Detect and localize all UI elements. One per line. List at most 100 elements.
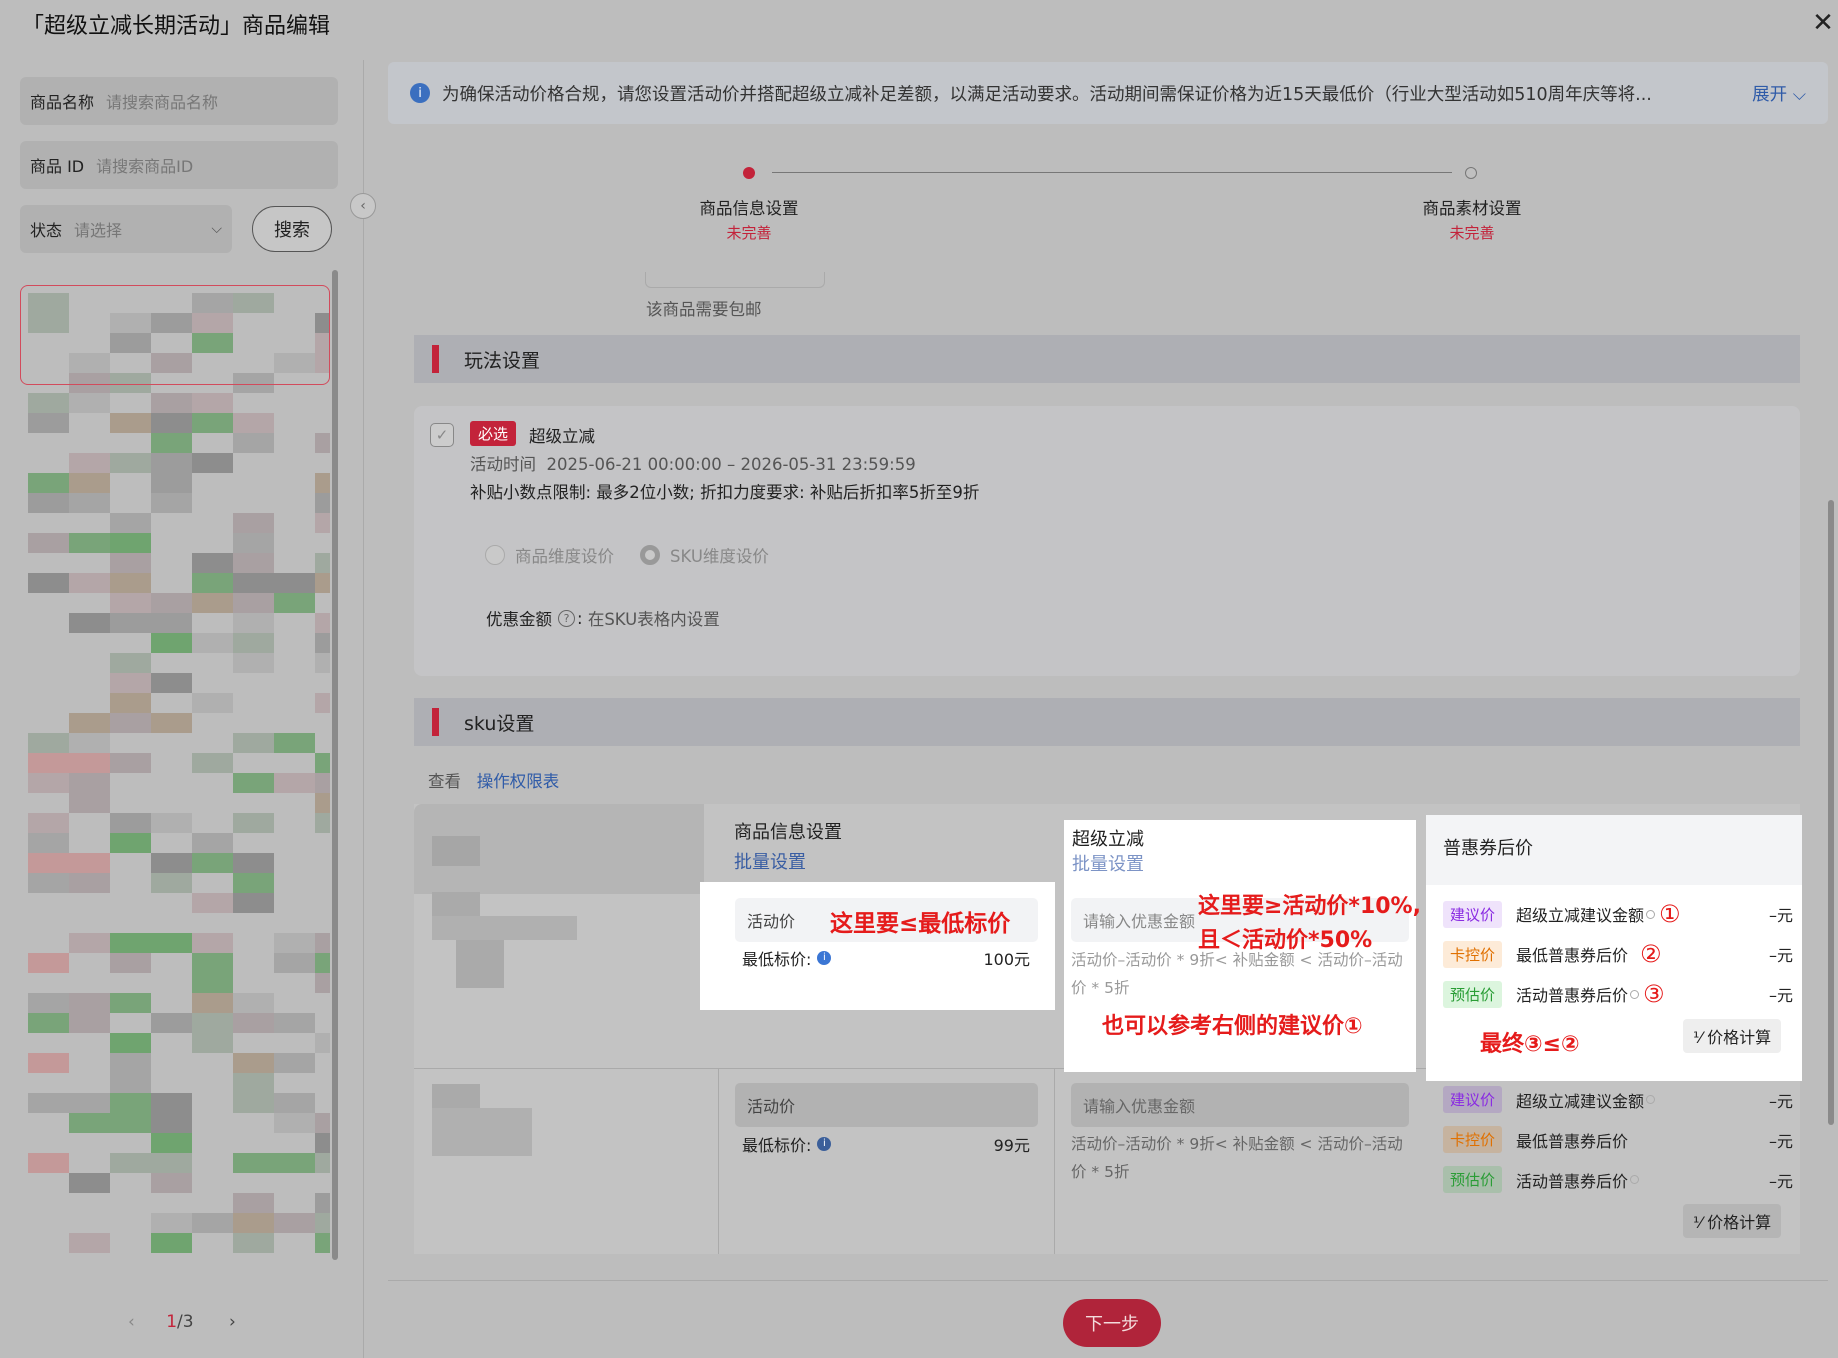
pixel-thumb-block — [151, 813, 192, 833]
pixel-thumb-block — [151, 593, 192, 613]
pixel-thumb-block — [69, 753, 110, 773]
pixel-thumb-block — [69, 933, 110, 953]
discount-rule: 活动价–活动价 * 9折< 补贴金额 < 活动价–活动价 * 5折 — [1071, 1135, 1403, 1181]
permission-table-link[interactable]: 操作权限表 — [477, 772, 560, 791]
price-calc-button[interactable]: ⅟ 价格计算 — [1683, 1204, 1782, 1238]
next-step-button[interactable]: 下一步 — [1063, 1299, 1161, 1347]
sku-thumb-1a — [432, 892, 480, 916]
play-name: 超级立减 — [529, 427, 595, 446]
step-1-dot — [743, 167, 755, 179]
main-scrollbar[interactable] — [1828, 500, 1834, 1125]
close-icon[interactable]: ✕ — [1808, 8, 1838, 38]
coupon-row-control: 卡控价 最低普惠券后价 ② –元 — [1443, 940, 1793, 968]
step-1-status: 未完善 — [726, 224, 772, 242]
play-checkbox[interactable]: ✓ — [430, 423, 454, 447]
prev-page-icon[interactable]: ‹ — [128, 1312, 135, 1332]
pixel-thumb-block — [233, 513, 274, 533]
pixel-thumb-block — [274, 1113, 315, 1133]
col-info-header: 商品信息设置 — [734, 822, 842, 843]
pixel-thumb-block — [110, 713, 151, 733]
discount-rule: 活动价–活动价 * 9折< 补贴金额 < 活动价–活动价 * 5折 — [1071, 951, 1403, 997]
pixel-thumb-block — [110, 813, 151, 833]
product-id-filter[interactable]: 商品 ID 请搜索商品ID — [20, 141, 338, 189]
pricing-dimension-radio[interactable]: 商品维度设价 SKU维度设价 — [485, 543, 769, 567]
step-2-label[interactable]: 商品素材设置 — [1392, 195, 1552, 219]
product-id-input[interactable]: 请搜索商品ID — [96, 153, 193, 177]
pixel-thumb-block — [151, 433, 192, 453]
product-list[interactable] — [20, 285, 330, 1275]
product-name-label: 商品名称 — [30, 93, 95, 112]
pixel-thumb-block — [315, 473, 330, 493]
activity-price-input[interactable]: 活动价 — [735, 1083, 1038, 1127]
pixel-thumb-block — [274, 1053, 315, 1073]
pixel-thumb-block — [151, 413, 192, 433]
option-product-dimension: 商品维度设价 — [515, 547, 614, 566]
pixel-thumb-block — [28, 1093, 69, 1113]
product-name-filter[interactable]: 商品名称 请搜索商品名称 — [20, 77, 338, 125]
pixel-thumb-block — [233, 653, 274, 673]
pixel-thumb-block — [151, 1173, 192, 1193]
current-page: 1/3 — [166, 1312, 194, 1332]
product-name-input[interactable]: 请搜索商品名称 — [106, 89, 218, 113]
pixel-thumb-block — [315, 613, 330, 633]
sku-thumb-1b — [432, 916, 577, 940]
pixel-thumb-block — [69, 493, 110, 513]
pixel-thumb-block — [110, 693, 151, 713]
pixel-thumb-block — [192, 1213, 233, 1233]
play-section-title: 玩法设置 — [464, 349, 541, 372]
pixel-thumb-block — [110, 513, 151, 533]
pixel-thumb-block — [69, 853, 110, 873]
pixel-thumb-block — [69, 473, 110, 493]
suggest-tag: 建议价 — [1443, 900, 1503, 928]
shipping-note: 该商品需要包邮 — [646, 300, 762, 319]
pixel-thumb-block — [151, 853, 192, 873]
step-1-label[interactable]: 商品信息设置 — [669, 195, 829, 219]
control-tag: 卡控价 — [1443, 940, 1503, 968]
pixel-thumb-block — [192, 633, 233, 653]
radio-product-dimension[interactable] — [485, 545, 505, 565]
list-item-selected[interactable] — [20, 285, 330, 385]
pixel-thumb-block — [274, 1013, 315, 1033]
sku-section-header: sku设置 — [414, 698, 1800, 746]
search-button[interactable]: 搜索 — [252, 206, 332, 252]
next-page-icon[interactable]: › — [229, 1312, 236, 1332]
pixel-thumb-block — [69, 1173, 110, 1193]
chevron-down-icon: ⌵ — [211, 221, 222, 237]
pixel-thumb-block — [28, 833, 69, 853]
discount-amount-row: 优惠金额 ? : 在SKU表格内设置 — [486, 608, 720, 630]
help-icon[interactable]: ? — [558, 609, 575, 627]
info-icon[interactable]: i — [817, 1137, 832, 1151]
list-scrollbar[interactable] — [332, 270, 338, 1260]
pixel-thumb-block — [151, 713, 192, 733]
pixel-thumb-block — [151, 613, 192, 633]
expand-link[interactable]: 展开 ⌵ — [1752, 81, 1806, 106]
pixel-thumb-block — [28, 773, 69, 793]
pixel-thumb-block — [315, 1113, 330, 1133]
pixel-thumb-block — [233, 893, 274, 913]
status-select[interactable]: 状态 请选择 ⌵ — [20, 205, 232, 253]
step-2-dot — [1465, 167, 1477, 179]
pixel-thumb-block — [28, 1013, 69, 1033]
pixel-thumb-block — [110, 593, 151, 613]
pixel-thumb-block — [192, 833, 233, 853]
pixel-thumb-block — [192, 893, 233, 913]
pixel-thumb-block — [233, 873, 274, 893]
batch-set-reduce-link[interactable]: 批量设置 — [1072, 850, 1144, 876]
pixel-thumb-block — [192, 853, 233, 873]
pixel-thumb-block — [69, 573, 110, 593]
sku-thumb-placeholder — [432, 836, 480, 866]
collapse-panel-icon[interactable]: ‹ — [350, 193, 376, 219]
pixel-thumb-block — [192, 413, 233, 433]
pixel-thumb-block — [233, 433, 274, 453]
pixel-thumb-block — [28, 393, 69, 413]
pixel-thumb-block — [110, 613, 151, 633]
batch-set-info-link[interactable]: 批量设置 — [734, 848, 806, 874]
status-label: 状态 — [30, 221, 63, 240]
discount-amount-input[interactable]: 请输入优惠金额 — [1071, 1083, 1409, 1127]
pixel-thumb-block — [110, 993, 151, 1013]
coupon-row-suggest: 建议价 超级立减建议金额 –元 — [1443, 1086, 1793, 1113]
pixel-thumb-block — [315, 633, 330, 653]
info-icon[interactable]: i — [817, 951, 832, 965]
radio-sku-dimension[interactable] — [640, 545, 660, 565]
price-calc-button[interactable]: ⅟ 价格计算 — [1683, 1019, 1782, 1053]
